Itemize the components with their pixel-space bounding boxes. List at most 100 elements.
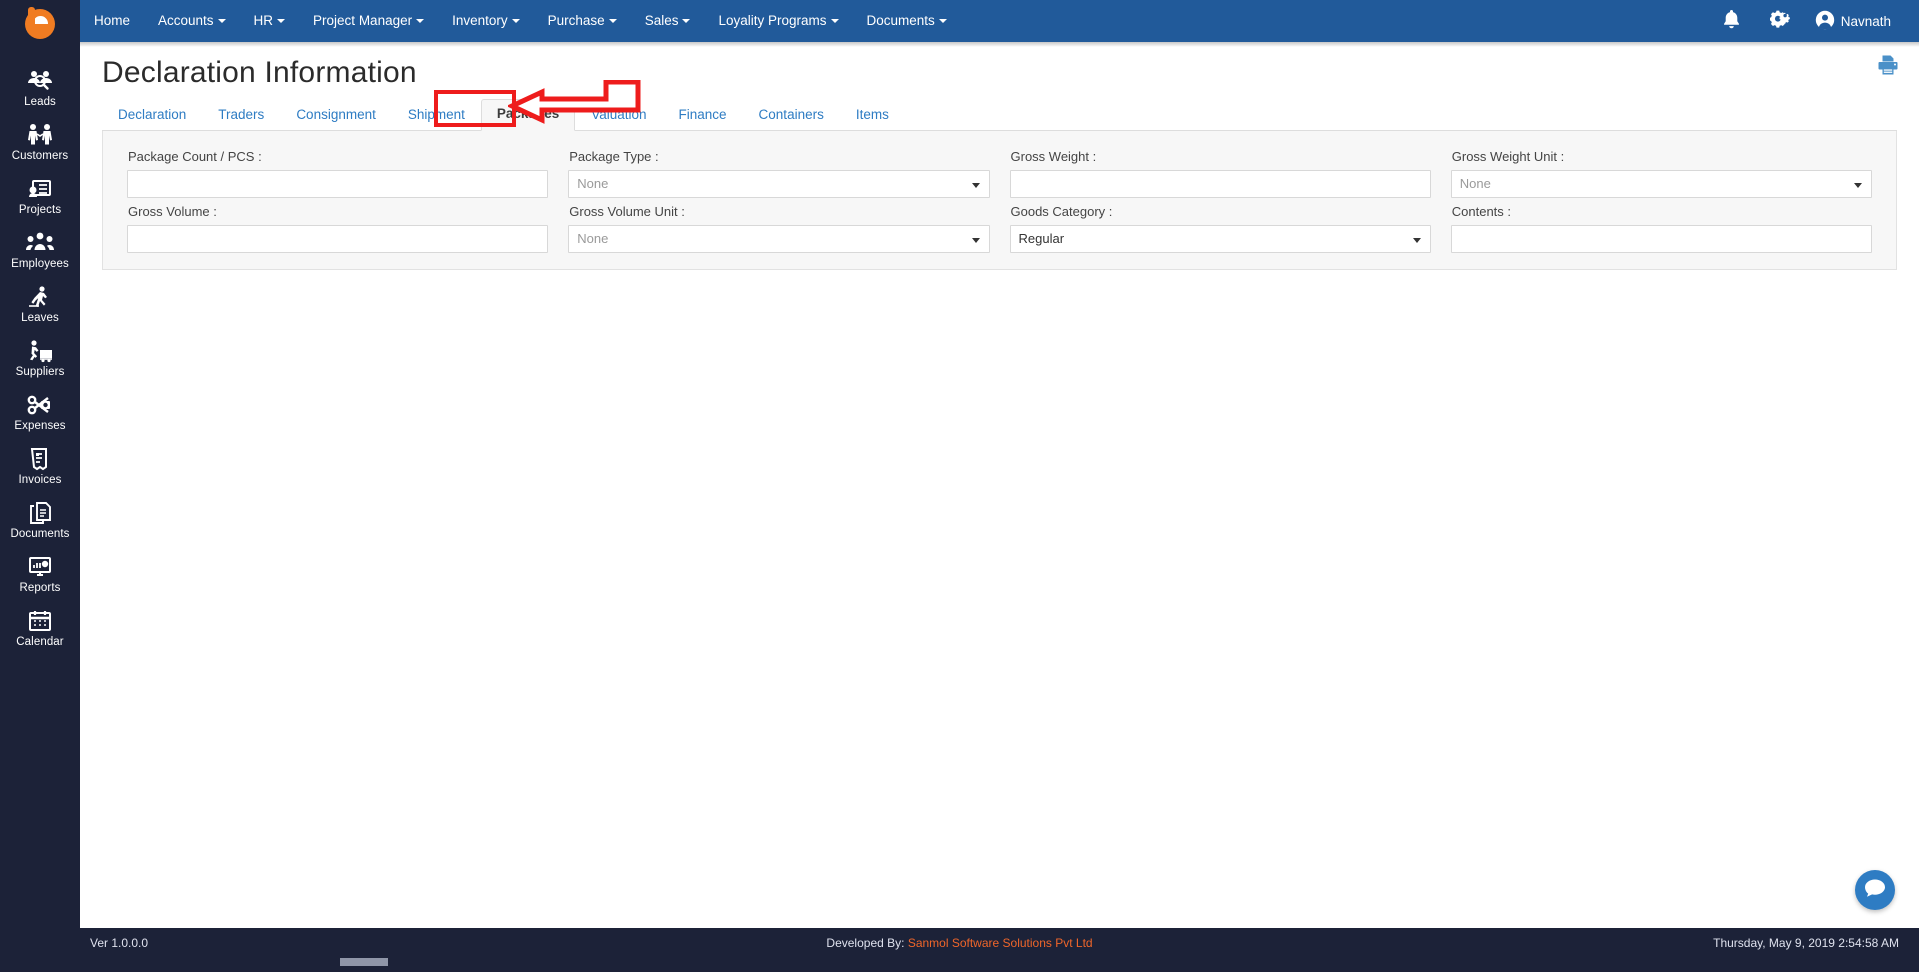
footer-datetime: Thursday, May 9, 2019 2:54:58 AM <box>1713 936 1899 950</box>
contents-input[interactable] <box>1450 225 1872 253</box>
gross-weight-unit-select[interactable]: None <box>1450 170 1872 198</box>
field-gross-weight: Gross Weight : <box>1000 143 1441 198</box>
field-label: Package Type : <box>569 149 659 164</box>
sidebar-item-projects[interactable]: Projects <box>0 168 80 222</box>
user-name: Navnath <box>1840 13 1891 29</box>
package-type-select[interactable]: None <box>568 170 990 198</box>
chat-bubble-icon <box>1864 878 1886 903</box>
tab-finance[interactable]: Finance <box>663 100 743 131</box>
suppliers-icon <box>0 338 80 364</box>
gears-icon <box>1769 9 1791 34</box>
customers-icon <box>0 122 80 148</box>
tab-declaration[interactable]: Declaration <box>102 100 202 131</box>
sidebar-item-customers[interactable]: Customers <box>0 114 80 168</box>
packages-form-panel: Package Count / PCS : Package Type : Non… <box>102 131 1897 270</box>
taskbar-strip <box>0 958 1919 972</box>
app-root: Leads Customers Projects Employees Leave… <box>0 0 1919 972</box>
select-value: Regular <box>1018 231 1065 246</box>
chevron-down-icon <box>1854 183 1862 188</box>
expenses-icon <box>0 392 80 418</box>
chevron-down-icon <box>1412 238 1421 243</box>
sidebar: Leads Customers Projects Employees Leave… <box>0 0 80 972</box>
sidebar-item-label: Customers <box>11 150 69 162</box>
chevron-down-icon <box>608 19 617 24</box>
field-gross-volume: Gross Volume : <box>117 198 558 253</box>
gross-weight-input[interactable] <box>1009 170 1431 198</box>
tab-valuation[interactable]: Valuation <box>575 100 662 131</box>
form-row-1: Package Count / PCS : Package Type : Non… <box>117 143 1882 198</box>
field-label: Gross Weight : <box>1010 149 1097 164</box>
chat-button[interactable] <box>1855 870 1895 910</box>
chevron-down-icon <box>971 183 980 188</box>
field-label: Goods Category : <box>1010 204 1113 219</box>
nav-item-purchase[interactable]: Purchase <box>534 0 631 42</box>
top-navbar: Home Accounts HR Project Manager Invento… <box>80 0 1919 42</box>
field-gross-weight-unit: Gross Weight Unit : None <box>1441 143 1882 198</box>
nav-item-label: Sales <box>644 13 679 28</box>
nav-item-sales[interactable]: Sales <box>631 0 705 42</box>
sidebar-item-reports[interactable]: Reports <box>0 546 80 600</box>
tab-consignment[interactable]: Consignment <box>280 100 392 131</box>
goods-category-select[interactable]: Regular <box>1009 225 1431 253</box>
field-contents: Contents : <box>1441 198 1882 253</box>
nav-item-hr[interactable]: HR <box>240 0 300 42</box>
bell-icon <box>1722 9 1741 34</box>
user-circle-icon <box>1815 10 1835 33</box>
chevron-down-icon <box>217 19 226 24</box>
projects-icon <box>0 176 80 202</box>
page-title: Declaration Information <box>102 56 417 89</box>
sidebar-item-label: Reports <box>19 582 61 594</box>
top-nav-actions: Navnath <box>1708 0 1919 42</box>
tab-items[interactable]: Items <box>840 100 905 131</box>
tab-traders[interactable]: Traders <box>202 100 280 131</box>
leaves-icon <box>0 284 80 310</box>
page-header: Declaration Information <box>80 42 1919 92</box>
nav-item-documents[interactable]: Documents <box>853 0 961 42</box>
notifications-button[interactable] <box>1708 0 1755 42</box>
field-label: Gross Volume Unit : <box>569 204 685 219</box>
sidebar-item-employees[interactable]: Employees <box>0 222 80 276</box>
sidebar-item-leaves[interactable]: Leaves <box>0 276 80 330</box>
developer-link[interactable]: Sanmol Software Solutions Pvt Ltd <box>908 936 1093 950</box>
top-nav-items: Home Accounts HR Project Manager Invento… <box>80 0 961 42</box>
employees-icon <box>0 230 80 256</box>
nav-item-label: Inventory <box>452 13 508 28</box>
tab-bar: Declaration Traders Consignment Shipment… <box>102 80 1897 131</box>
sidebar-item-documents[interactable]: Documents <box>0 492 80 546</box>
sidebar-item-leads[interactable]: Leads <box>0 60 80 114</box>
nav-item-label: Documents <box>866 13 935 28</box>
field-goods-category: Goods Category : Regular <box>1000 198 1441 253</box>
form-row-2: Gross Volume : Gross Volume Unit : None … <box>117 198 1882 253</box>
sidebar-item-calendar[interactable]: Calendar <box>0 600 80 654</box>
invoices-icon <box>0 446 80 472</box>
select-value: None <box>1459 176 1491 191</box>
tab-packages[interactable]: Packages <box>480 99 576 131</box>
chevron-down-icon <box>938 19 947 24</box>
sidebar-item-label: Suppliers <box>15 366 65 378</box>
sidebar-item-label: Expenses <box>14 420 66 432</box>
sidebar-item-invoices[interactable]: Invoices <box>0 438 80 492</box>
sidebar-item-expenses[interactable]: Expenses <box>0 384 80 438</box>
nav-item-project-manager[interactable]: Project Manager <box>299 0 438 42</box>
taskbar-item[interactable] <box>340 958 388 966</box>
brand-logo[interactable] <box>0 0 80 50</box>
tab-containers[interactable]: Containers <box>743 100 840 131</box>
company-logo-icon <box>25 7 55 43</box>
nav-item-home[interactable]: Home <box>80 0 144 42</box>
nav-item-inventory[interactable]: Inventory <box>438 0 534 42</box>
sidebar-item-suppliers[interactable]: Suppliers <box>0 330 80 384</box>
print-button[interactable] <box>1877 54 1899 81</box>
nav-item-accounts[interactable]: Accounts <box>144 0 240 42</box>
developed-by-label: Developed By: <box>826 936 905 950</box>
user-menu[interactable]: Navnath <box>1805 0 1897 42</box>
sidebar-item-label: Leads <box>24 96 56 108</box>
chevron-down-icon <box>277 19 286 24</box>
nav-item-loyality-programs[interactable]: Loyality Programs <box>704 0 852 42</box>
select-value: None <box>577 231 609 246</box>
sidebar-item-label: Invoices <box>18 474 62 486</box>
gross-volume-input[interactable] <box>127 225 549 253</box>
gross-volume-unit-select[interactable]: None <box>568 225 990 253</box>
package-count-input[interactable] <box>127 170 549 198</box>
tab-shipment[interactable]: Shipment <box>392 100 481 131</box>
settings-button[interactable] <box>1755 0 1805 42</box>
